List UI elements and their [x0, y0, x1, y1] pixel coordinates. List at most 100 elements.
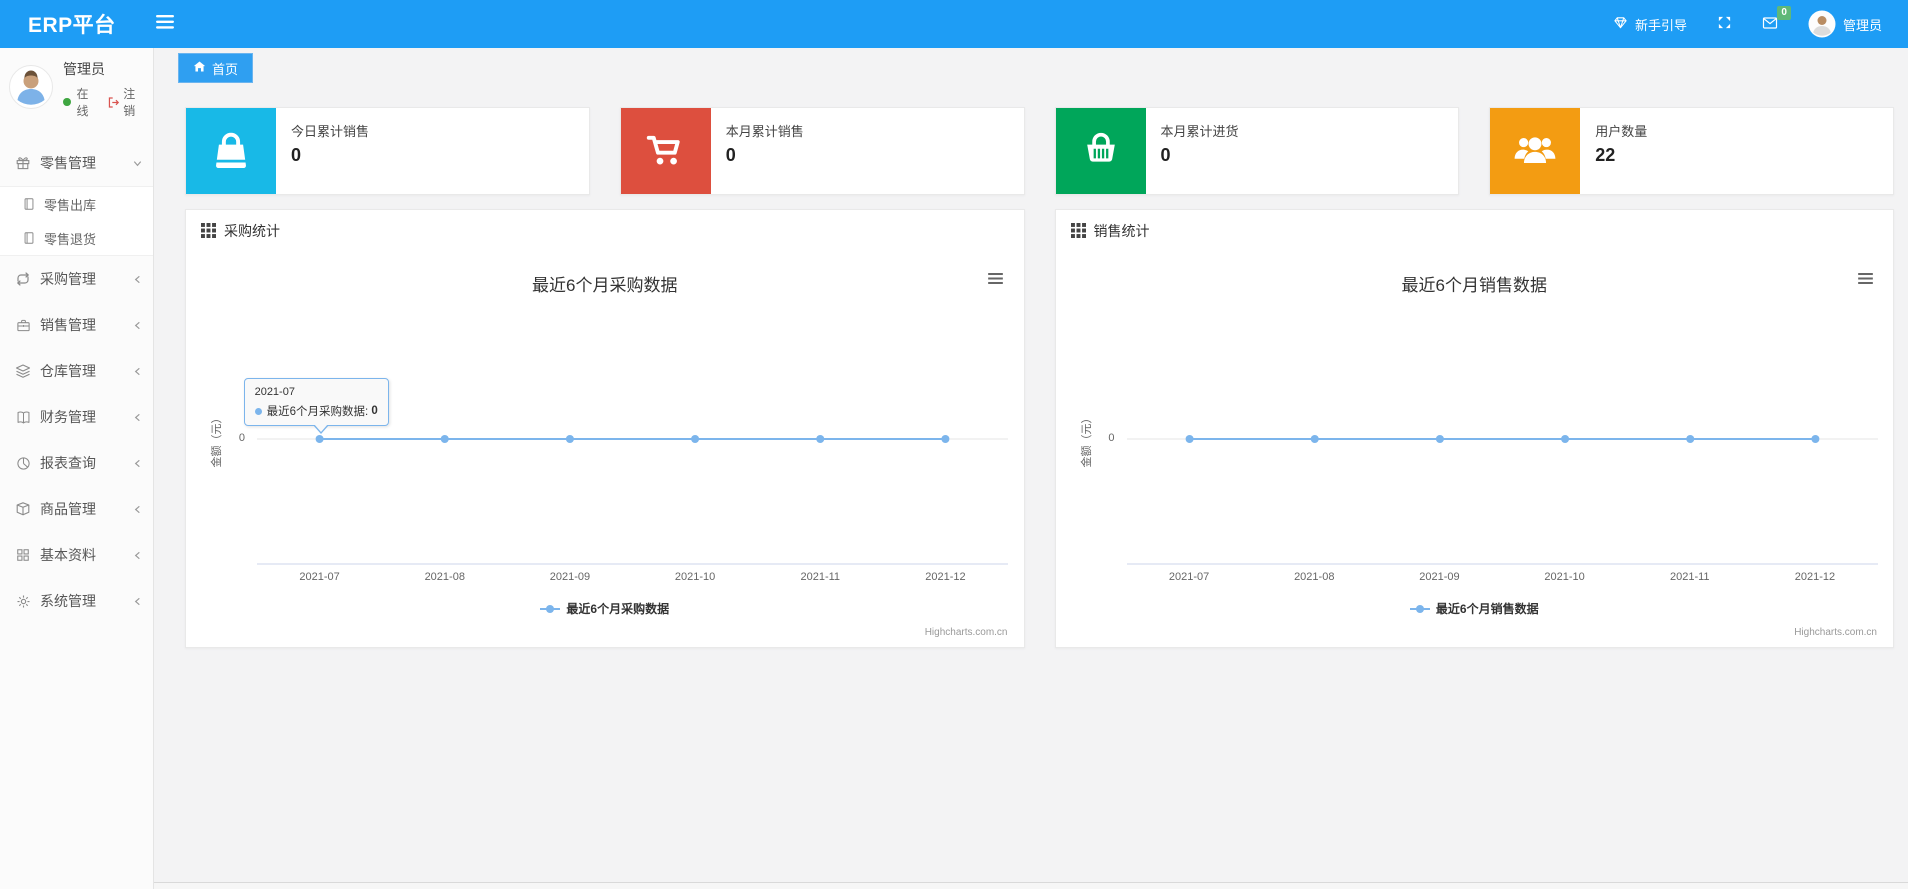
x-axis-label: 2021-11: [800, 571, 841, 583]
tooltip-value: 0: [371, 405, 378, 417]
home-icon: [193, 60, 206, 76]
sidebar-item-finance[interactable]: 财务管理: [0, 394, 153, 440]
top-navbar: ERP平台 新手引导 0 管理员: [0, 0, 1908, 48]
chart-plot: [1126, 435, 1878, 565]
chevron-left-icon: [132, 366, 143, 377]
data-point[interactable]: [315, 435, 324, 443]
logout-label: 注销: [123, 87, 136, 118]
bag-icon: [186, 108, 276, 194]
chevron-down-icon: [132, 158, 143, 169]
th-grid-icon: [1070, 223, 1086, 238]
data-point[interactable]: [440, 435, 449, 443]
fullscreen-icon: [1717, 15, 1732, 33]
line-series[interactable]: [1185, 435, 1819, 443]
messages-button[interactable]: 0: [1762, 5, 1791, 34]
data-point[interactable]: [1560, 435, 1569, 443]
sidebar-item-label: 商品管理: [40, 501, 96, 517]
sidebar-item-basic[interactable]: 基本资料: [0, 532, 153, 578]
sales-stats-panel: 销售统计 最近6个月销售数据 金额（元） 0 2021-07 2021-08 2021-0…: [1054, 209, 1894, 648]
fullscreen-button[interactable]: [1717, 15, 1732, 33]
highcharts-credit[interactable]: Highcharts.com.cn: [1794, 627, 1877, 638]
sidebar-item-sales[interactable]: 销售管理: [0, 302, 153, 348]
user-name: 管理员: [63, 61, 105, 77]
data-point[interactable]: [816, 435, 825, 443]
legend-label: 最近6个月销售数据: [1435, 602, 1539, 616]
sidebar-item-purchase[interactable]: 采购管理: [0, 256, 153, 302]
stats-row: 今日累计销售 0 本月累计销售 0 本月累计进货 0 用户数量 22: [185, 107, 1894, 195]
grid-icon: [14, 548, 32, 562]
sidebar-subitem-retail-out[interactable]: 零售出库: [0, 187, 153, 221]
charts-row: 采购统计 最近6个月采购数据 金额（元） 0 2021-07 2021-08 2021-0…: [185, 209, 1894, 648]
legend-item[interactable]: 最近6个月采购数据: [186, 600, 1024, 617]
box-icon: [14, 501, 32, 517]
data-point[interactable]: [691, 435, 700, 443]
purchase-stats-panel: 采购统计 最近6个月采购数据 金额（元） 0 2021-07 2021-08 2021-0…: [185, 209, 1025, 648]
th-grid-icon: [201, 223, 216, 238]
guide-label: 新手引导: [1634, 17, 1687, 33]
online-status-label: 在线: [76, 87, 89, 118]
guide-button[interactable]: 新手引导: [1613, 15, 1687, 34]
chevron-left-icon: [132, 320, 143, 331]
legend-label: 最近6个月采购数据: [566, 602, 670, 616]
submenu-retail: 零售出库 零售退货: [0, 186, 153, 256]
sidebar-item-system[interactable]: 系统管理: [0, 578, 153, 624]
sidebar-item-report[interactable]: 报表查询: [0, 440, 153, 486]
chevron-left-icon: [132, 274, 143, 285]
stat-card: 本月累计进货 0: [1054, 107, 1460, 195]
sidebar-item-warehouse[interactable]: 仓库管理: [0, 348, 153, 394]
stat-label: 用户数量: [1595, 124, 1648, 139]
data-point[interactable]: [565, 435, 574, 443]
sidebar-item-goods[interactable]: 商品管理: [0, 486, 153, 532]
sidebar-item-label: 采购管理: [40, 271, 96, 287]
sidebar-subitem-label: 零售退货: [44, 231, 97, 247]
gift-icon: [14, 155, 32, 171]
tooltip-series-label: 最近6个月采购数据:: [266, 406, 372, 418]
chevron-left-icon: [132, 504, 143, 515]
data-point[interactable]: [1435, 435, 1444, 443]
purchase-chart: 最近6个月采购数据 金额（元） 0 2021-07 2021-08 2021-09 2021…: [186, 251, 1024, 647]
chevron-left-icon: [132, 596, 143, 607]
stat-card: 用户数量 22: [1489, 107, 1894, 195]
username-label: 管理员: [1842, 17, 1882, 33]
repeat-icon: [14, 271, 32, 287]
tab-home[interactable]: 首页: [178, 53, 254, 83]
stat-value: 0: [1160, 145, 1171, 165]
stat-value: 0: [725, 145, 736, 165]
message-count-badge: 0: [1777, 5, 1791, 20]
line-series[interactable]: [315, 435, 950, 443]
data-point[interactable]: [941, 435, 950, 443]
online-status-dot: [63, 98, 71, 106]
highcharts-credit[interactable]: Highcharts.com.cn: [925, 627, 1008, 638]
sidebar-item-label: 基本资料: [40, 547, 96, 563]
legend-item[interactable]: 最近6个月销售数据: [1056, 600, 1894, 617]
stat-label: 今日累计销售: [291, 124, 370, 139]
gem-icon: [1613, 15, 1628, 33]
data-point[interactable]: [1185, 435, 1194, 443]
chevron-left-icon: [132, 412, 143, 423]
stat-value: 22: [1595, 145, 1616, 165]
data-point[interactable]: [1685, 435, 1694, 443]
gear-icon: [14, 594, 32, 609]
sidebar-subitem-retail-return[interactable]: 零售退货: [0, 221, 153, 255]
sidebar-item-label: 零售管理: [40, 155, 96, 171]
sidebar-item-label: 销售管理: [40, 317, 96, 333]
data-point[interactable]: [1310, 435, 1319, 443]
chevron-left-icon: [132, 550, 143, 561]
stat-card: 今日累计销售 0: [185, 107, 590, 195]
hamburger-icon: [155, 14, 174, 34]
sidebar-toggle-button[interactable]: [155, 14, 174, 34]
stat-value: 0: [291, 145, 302, 165]
avatar: [1808, 10, 1836, 38]
x-axis-label: 2021-08: [424, 571, 465, 583]
user-menu[interactable]: 管理员: [1808, 10, 1882, 38]
sidebar-subitem-label: 零售出库: [44, 197, 97, 213]
app-logo: ERP平台: [28, 14, 116, 37]
basket-icon: [1055, 108, 1146, 194]
sidebar-item-label: 财务管理: [40, 409, 96, 425]
sidebar-item-retail[interactable]: 零售管理: [0, 140, 153, 186]
stat-label: 本月累计进货: [1160, 124, 1239, 139]
data-point[interactable]: [1810, 435, 1819, 443]
chevron-left-icon: [132, 458, 143, 469]
x-axis-label: 2021-10: [674, 571, 716, 583]
logout-button[interactable]: 注销: [107, 85, 145, 119]
